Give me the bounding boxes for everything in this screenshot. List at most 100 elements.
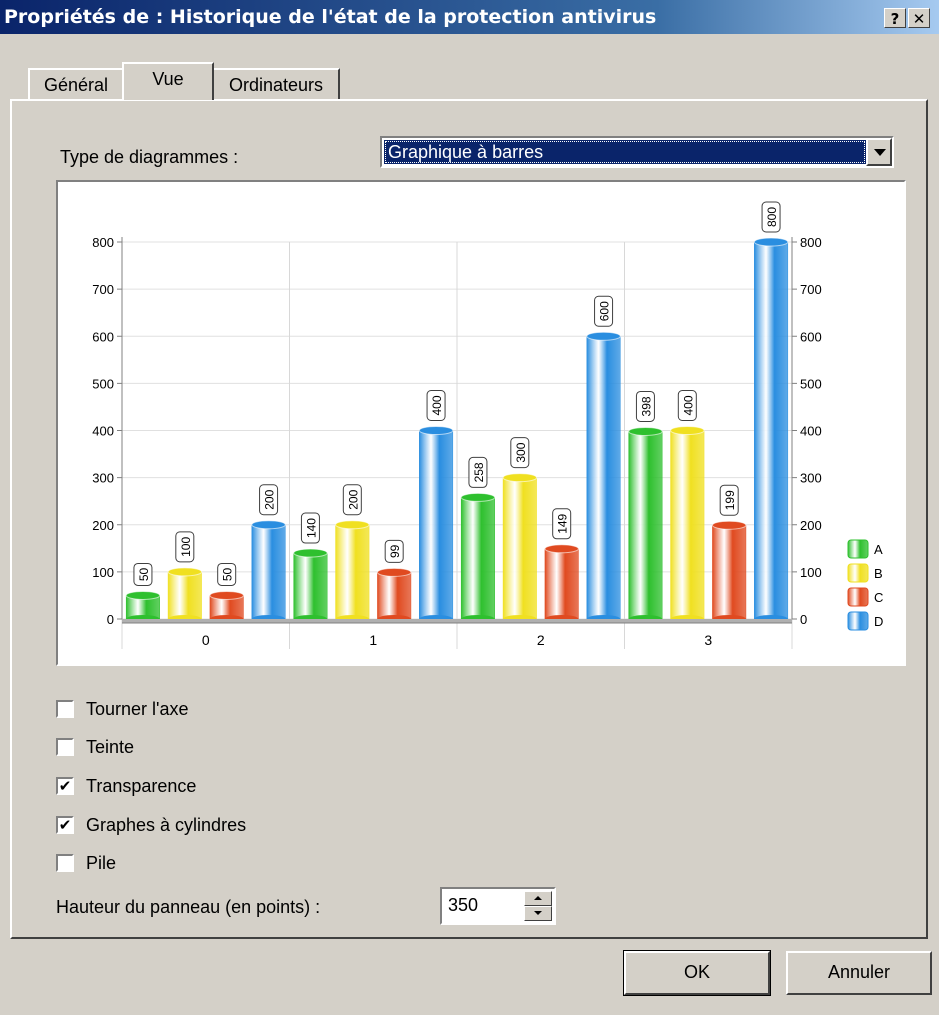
bar	[251, 524, 286, 620]
tab-vue[interactable]: Vue	[122, 62, 214, 100]
data-label: 50	[137, 567, 151, 581]
bar-top	[209, 590, 244, 600]
data-label: 50	[221, 567, 235, 581]
checkbox[interactable]	[56, 700, 74, 718]
bar	[502, 477, 537, 620]
data-label: 400	[681, 395, 695, 415]
data-label: 149	[556, 513, 570, 533]
tab-vue-label: Vue	[152, 69, 184, 89]
bar	[670, 430, 705, 620]
legend-label: A	[874, 542, 883, 557]
legend-label: D	[874, 614, 883, 629]
bar-top	[711, 520, 747, 530]
close-button[interactable]: ✕	[908, 8, 930, 28]
tab-general[interactable]: Général	[28, 68, 124, 100]
bar-top	[376, 567, 412, 577]
chart-type-value: Graphique à barres	[384, 140, 866, 164]
panel-height-value[interactable]: 350	[448, 895, 478, 916]
legend-swatch	[847, 563, 869, 583]
option-row[interactable]: Tourner l'axe	[56, 696, 189, 722]
option-row[interactable]: ✔ Graphes à cylindres	[56, 812, 246, 838]
data-label: 600	[598, 301, 612, 321]
legend-swatch	[847, 611, 869, 631]
checkbox[interactable]	[56, 854, 74, 872]
y-tick-label-right: 0	[800, 612, 807, 627]
legend-label: C	[874, 590, 883, 605]
bar-top	[335, 520, 370, 530]
y-tick-label: 200	[92, 518, 114, 533]
title-bar: Propriétés de : Historique de l'état de …	[0, 0, 939, 34]
checkbox[interactable]: ✔	[56, 816, 74, 834]
x-tick-label: 2	[537, 632, 545, 648]
option-row[interactable]: Pile	[56, 850, 116, 876]
bar	[544, 548, 579, 620]
bar-top	[251, 520, 286, 530]
x-tick-label: 0	[202, 632, 210, 648]
chart-type-select[interactable]: Graphique à barres	[380, 136, 894, 168]
data-label: 200	[263, 489, 277, 509]
bar	[377, 572, 412, 620]
data-label: 398	[639, 396, 653, 416]
spin-up-icon[interactable]	[524, 891, 552, 906]
y-tick-label: 0	[107, 612, 114, 627]
ok-button[interactable]: OK	[623, 950, 771, 996]
data-label: 400	[430, 395, 444, 415]
bar-top	[544, 544, 579, 554]
x-tick-label: 1	[369, 632, 377, 648]
y-tick-label-right: 100	[800, 565, 822, 580]
option-row[interactable]: Teinte	[56, 734, 134, 760]
x-tick-label: 3	[704, 632, 712, 648]
bar	[586, 336, 621, 620]
help-button[interactable]: ?	[884, 8, 906, 28]
panel-height-label: Hauteur du panneau (en points) :	[56, 897, 321, 917]
checkbox[interactable]	[56, 738, 74, 756]
y-tick-label-right: 200	[800, 518, 822, 533]
y-tick-label-right: 700	[800, 282, 822, 297]
legend-label: B	[874, 566, 883, 581]
checkbox[interactable]: ✔	[56, 777, 74, 795]
floor	[122, 619, 792, 623]
data-label: 800	[765, 207, 779, 227]
option-label: Transparence	[86, 775, 197, 796]
option-label: Teinte	[86, 736, 135, 757]
bar	[628, 431, 663, 620]
bar	[712, 524, 747, 620]
bar-top	[418, 426, 454, 435]
chart-preview: 50 140 258 398 100 200 300 400 50 99 149 199 200 400 6…	[56, 180, 906, 666]
bar-top	[502, 473, 538, 483]
bar	[754, 241, 789, 620]
window-title: Propriétés de : Historique de l'état de …	[4, 6, 657, 28]
spin-down-icon[interactable]	[524, 906, 552, 921]
bar	[293, 552, 328, 620]
bar-chart: 5014025839810020030040050991491992004006…	[92, 201, 883, 649]
y-tick-label-right: 500	[800, 376, 822, 391]
cancel-button[interactable]: Annuler	[786, 951, 932, 995]
y-tick-label-right: 400	[800, 424, 822, 439]
y-tick-label-right: 300	[800, 471, 822, 486]
option-label: Pile	[86, 852, 117, 873]
bar-top	[293, 548, 328, 558]
legend-swatch	[847, 587, 869, 607]
data-label: 199	[723, 490, 737, 510]
bar-top	[125, 590, 161, 600]
panel-height-spinner[interactable]: 350	[440, 887, 556, 925]
data-label: 300	[514, 442, 528, 462]
y-tick-label-right: 600	[800, 329, 822, 344]
bar	[335, 524, 370, 620]
bar-top	[586, 331, 621, 341]
bar-top	[167, 567, 203, 577]
bar-top	[753, 237, 789, 247]
y-tick-label: 500	[92, 376, 114, 391]
chevron-down-icon[interactable]	[866, 138, 892, 166]
bar-top	[628, 426, 663, 436]
option-label: Tourner l'axe	[86, 698, 189, 719]
y-tick-label: 400	[92, 424, 114, 439]
data-label: 140	[304, 518, 318, 538]
data-label: 258	[472, 462, 486, 482]
data-label: 100	[179, 537, 193, 557]
y-tick-label-right: 800	[800, 235, 822, 250]
y-tick-label: 300	[92, 471, 114, 486]
data-label: 200	[346, 489, 360, 509]
option-row[interactable]: ✔ Transparence	[56, 773, 196, 799]
tab-ordinateurs[interactable]: Ordinateurs	[212, 68, 340, 100]
